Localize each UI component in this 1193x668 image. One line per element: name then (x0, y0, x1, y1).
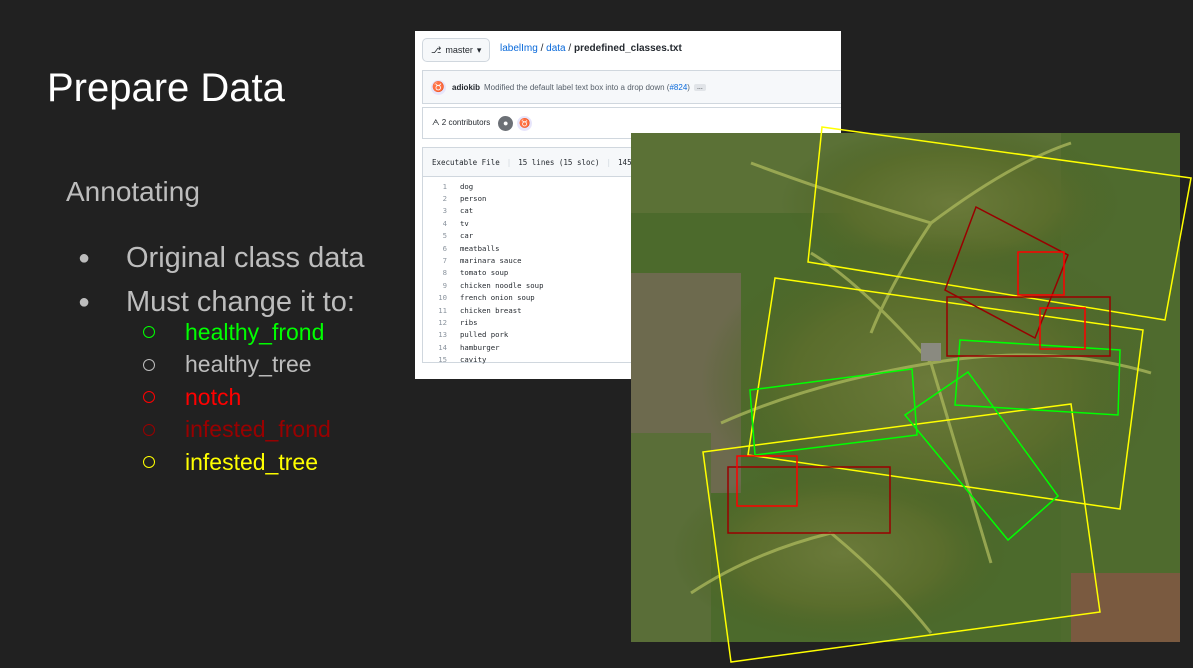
bbox-notch (1039, 307, 1086, 350)
bbox-notch (1017, 251, 1065, 296)
bbox-infested-frond (944, 205, 1069, 340)
annotation-overlay (702, 126, 1192, 663)
bbox-notch (736, 455, 798, 507)
bbox-healthy-frond (903, 370, 1060, 542)
bbox-healthy-frond (954, 339, 1121, 416)
bbox-infested-tree (747, 277, 1144, 510)
bbox-infested-frond (727, 466, 891, 534)
